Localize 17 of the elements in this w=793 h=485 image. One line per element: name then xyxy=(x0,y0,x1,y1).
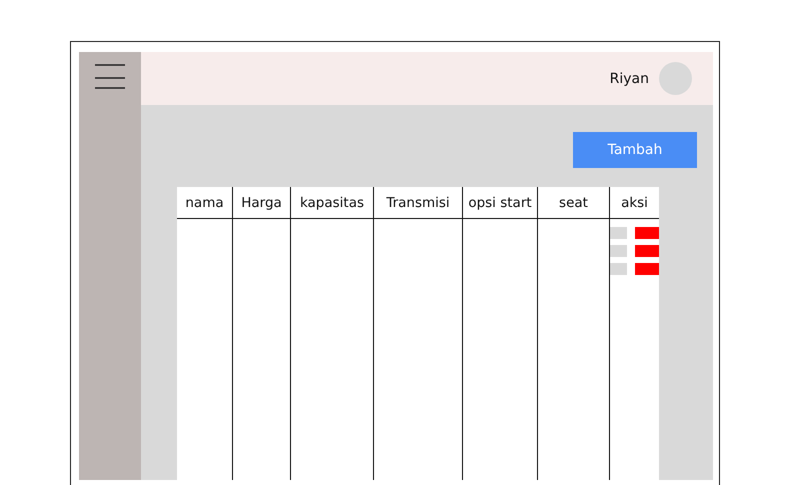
column-header: Harga xyxy=(241,194,282,210)
action-button[interactable] xyxy=(635,263,659,275)
column-header: opsi start xyxy=(468,194,532,210)
action-button[interactable] xyxy=(610,227,627,239)
column-header: aksi xyxy=(621,194,648,210)
action-button[interactable] xyxy=(610,245,627,257)
column-header: seat xyxy=(559,194,588,210)
avatar-icon[interactable] xyxy=(659,62,692,95)
action-button[interactable] xyxy=(635,227,659,239)
menu-icon[interactable] xyxy=(94,64,126,90)
action-button[interactable] xyxy=(610,263,627,275)
column-header: nama xyxy=(185,194,224,210)
column-header: Transmisi xyxy=(386,194,450,210)
action-button[interactable] xyxy=(635,245,659,257)
user-name: Riyan xyxy=(610,70,649,86)
add-button[interactable]: Tambah xyxy=(573,132,697,168)
column-header: kapasitas xyxy=(300,194,364,210)
